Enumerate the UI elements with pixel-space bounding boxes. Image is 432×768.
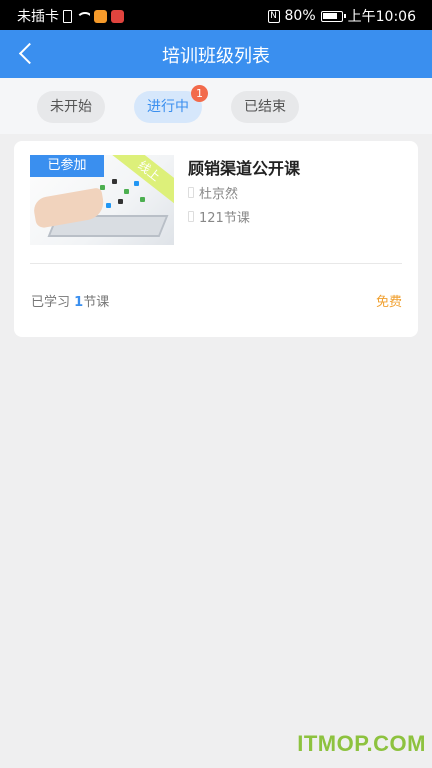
divider [30, 263, 402, 264]
notification-app-icon [111, 9, 124, 23]
teacher-row: 杜京然 [188, 183, 238, 202]
tab-label: 进行中 [147, 99, 189, 115]
teacher-name: 杜京然 [199, 187, 239, 202]
carrier-text: 未插卡 [17, 9, 59, 25]
floating-icon [140, 197, 145, 202]
progress-count: 1 [74, 295, 84, 310]
page-title: 培训班级列表 [162, 46, 270, 67]
tab-ended[interactable]: 已结束 [231, 91, 299, 123]
floating-icon [100, 185, 105, 190]
floating-icon [118, 199, 123, 204]
tab-not-started[interactable]: 未开始 [37, 91, 105, 123]
wifi-icon [76, 10, 90, 22]
lesson-count: 121节课 [199, 211, 250, 226]
course-thumbnail: 线上 已参加 [30, 155, 174, 245]
clock: 上午10:06 [347, 9, 416, 25]
tab-bar: 未开始 进行中 1 已结束 [0, 78, 432, 134]
tab-in-progress[interactable]: 进行中 1 [134, 85, 208, 123]
status-right: N 80% 上午10:06 [267, 6, 416, 26]
floating-icon [112, 179, 117, 184]
title-bar: 培训班级列表 [0, 30, 432, 78]
sim-icon [63, 9, 72, 23]
price-label: 免费 [375, 295, 402, 310]
course-card[interactable]: 线上 已参加 顾销渠道公开课 杜京然 121节课 已学习 1节课 免费 [14, 141, 418, 337]
floating-icon [106, 203, 111, 208]
tab-label: 未开始 [50, 99, 92, 115]
floating-icon [124, 189, 129, 194]
battery-icon [320, 10, 346, 22]
watermark: ITMOP.COM [297, 731, 426, 756]
tab-label: 已结束 [244, 99, 286, 115]
lessons-icon [188, 211, 194, 222]
progress-suffix: 节课 [83, 295, 110, 310]
battery-percent: 80% [284, 8, 316, 24]
floating-icon [134, 181, 139, 186]
joined-badge: 已参加 [30, 155, 104, 177]
nfc-icon: N [267, 9, 280, 23]
count-badge: 1 [191, 85, 208, 102]
teacher-icon [188, 187, 194, 198]
progress-prefix: 已学习 [31, 295, 71, 310]
lessons-row: 121节课 [188, 207, 250, 226]
status-left: 未插卡 [17, 6, 124, 26]
video-app-icon [94, 9, 107, 23]
course-title: 顾销渠道公开课 [188, 159, 301, 178]
study-progress: 已学习 1节课 [31, 291, 109, 310]
status-bar: 未插卡 N 80% 上午10:06 [0, 0, 432, 30]
